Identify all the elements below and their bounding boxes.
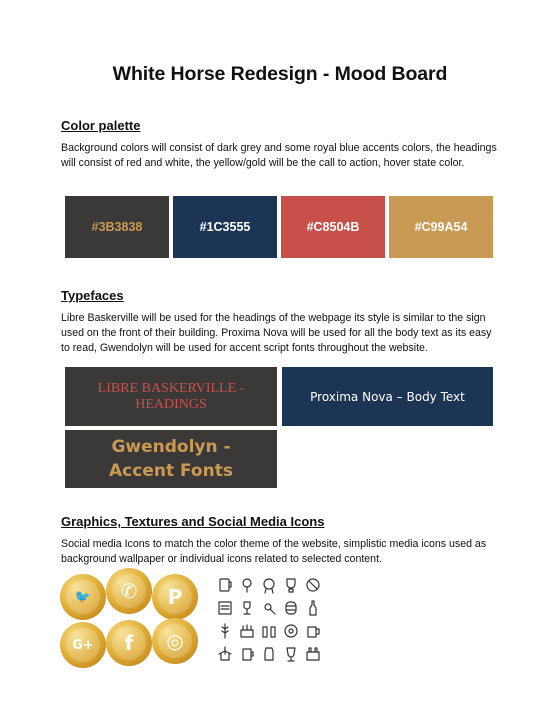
barrel-icon (282, 599, 300, 617)
swatch-gold: #C99A54 (389, 196, 493, 258)
instagram-icon: ◎ (152, 618, 198, 664)
facebook-icon: f (106, 620, 152, 666)
twitter-icon: 🐦 (60, 574, 106, 620)
social-icon-glyph: G+ (66, 628, 100, 662)
social-icon-glyph: f (112, 626, 146, 660)
typefaces-description: Libre Baskerville will be used for the h… (61, 312, 492, 355)
social-icon-glyph: ✆ (112, 574, 146, 608)
swatch-label: #3B3838 (91, 220, 143, 234)
beer-mug-icon (238, 645, 256, 663)
pinterest-icon: P (152, 574, 198, 620)
social-icon-glyph: P (158, 580, 192, 614)
google-plus-icon: G+ (60, 622, 106, 668)
tag-icon (282, 622, 300, 640)
swatch-label: #1C3555 (199, 220, 251, 234)
bottle-icon (304, 599, 322, 617)
bottle-opener-icon (260, 599, 278, 617)
bottles-icon (260, 622, 278, 640)
keg-icon (282, 576, 300, 594)
hops-icon (238, 576, 256, 594)
swatch-royal-blue: #1C3555 (173, 196, 277, 258)
beer-glass-icon (216, 576, 234, 594)
color-palette-heading: Color palette (61, 118, 141, 133)
color-palette-description: Background colors will consist of dark g… (61, 142, 497, 170)
page-title: White Horse Redesign - Mood Board (112, 63, 448, 85)
trophy-icon (238, 599, 256, 617)
windmill-icon (216, 645, 234, 663)
goblet-icon (282, 645, 300, 663)
no-drink-icon (304, 576, 322, 594)
six-pack-icon (304, 645, 322, 663)
graphics-heading: Graphics, Textures and Social Media Icon… (61, 514, 325, 529)
crate-icon (238, 622, 256, 640)
mug-icon (304, 622, 322, 640)
social-icon-glyph: ◎ (158, 624, 192, 658)
graphics-description: Social media Icons to match the color th… (61, 538, 487, 566)
wheat-icon (216, 622, 234, 640)
swatch-label: #C8504B (306, 220, 360, 234)
jug-icon (260, 645, 278, 663)
menu-board-icon (216, 599, 234, 617)
social-icon-glyph: 🐦 (66, 580, 100, 614)
libre-baskerville-sample: LIBRE BASKERVILLE - HEADINGS (65, 367, 277, 426)
swatch-red: #C8504B (281, 196, 385, 258)
typefaces-heading: Typefaces (61, 288, 124, 303)
whatsapp-icon: ✆ (106, 568, 152, 614)
swatch-dark-grey: #3B3838 (65, 196, 169, 258)
swatch-label: #C99A54 (414, 220, 468, 234)
badge-icon (260, 576, 278, 594)
gwendolyn-sample: Gwendolyn - Accent Fonts (65, 430, 277, 488)
pub-icon-set (216, 576, 326, 670)
proxima-nova-sample: Proxima Nova – Body Text (282, 367, 493, 426)
